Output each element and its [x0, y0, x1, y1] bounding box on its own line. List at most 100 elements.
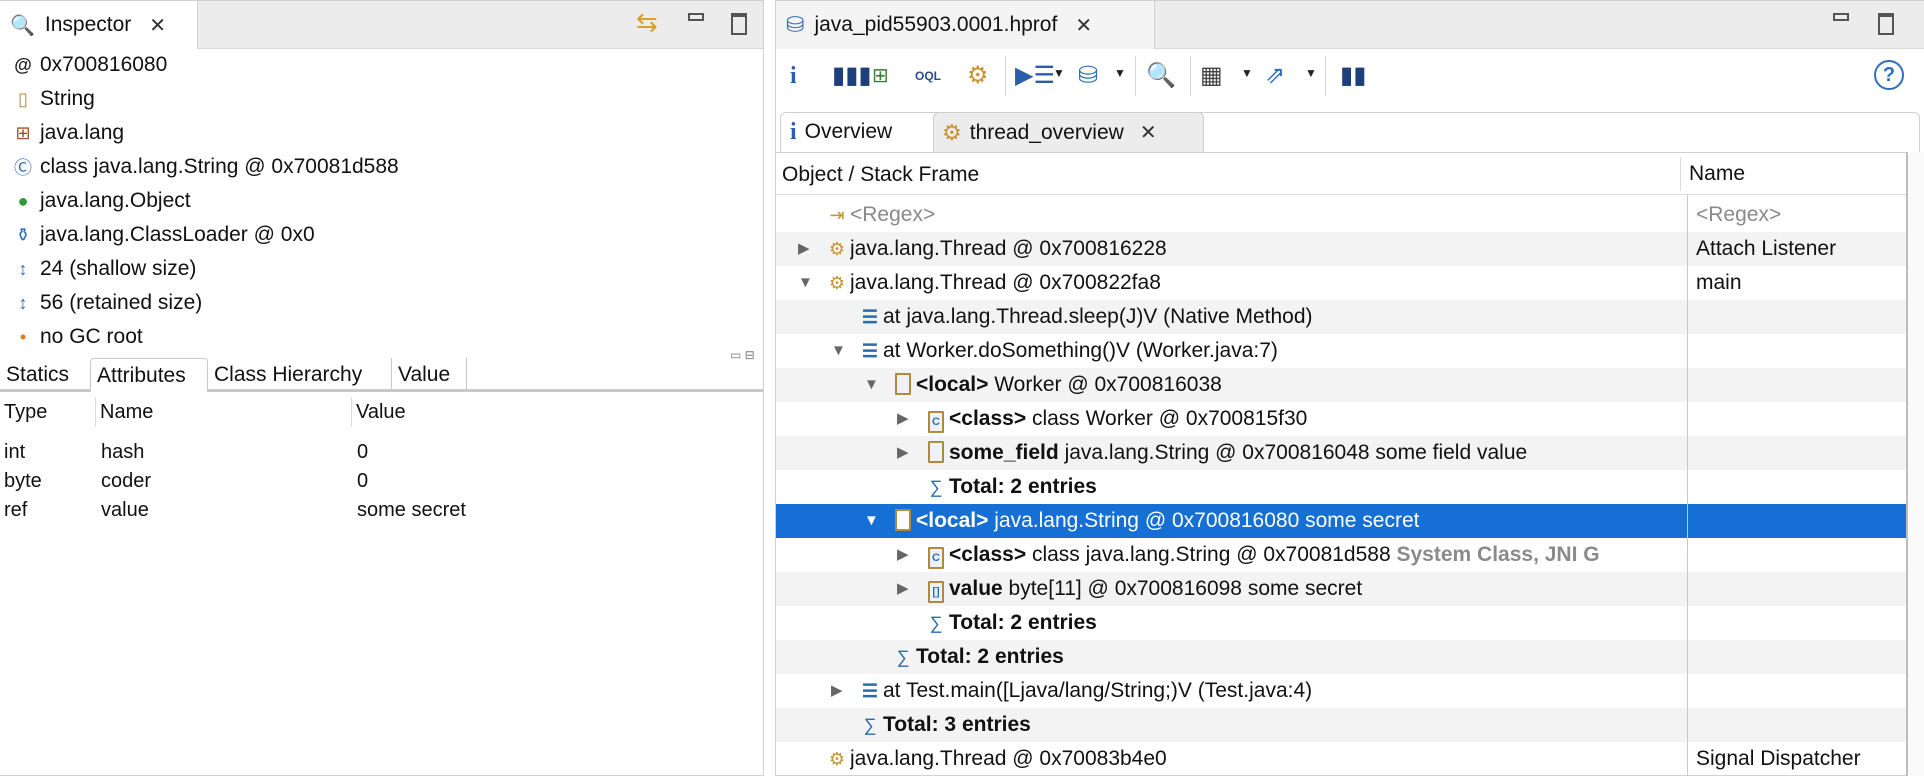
table-row[interactable]: ∑ Total: 3 entries: [776, 708, 1906, 742]
column-header-name[interactable]: Name: [95, 397, 153, 427]
tab-value[interactable]: Value: [392, 358, 467, 392]
table-row-selected[interactable]: ▼ <local> java.lang.String @ 0x700816080 …: [776, 504, 1906, 538]
dropdown-icon[interactable]: ▼: [1114, 66, 1126, 80]
inspector-item[interactable]: ▯ String: [0, 82, 95, 116]
vertical-scrollbar[interactable]: [1906, 152, 1924, 776]
expanded-arrow-icon[interactable]: ▼: [864, 504, 879, 538]
table-row[interactable]: ▶ some_field java.lang.String @ 0x7008160…: [776, 436, 1906, 470]
inspector-item-text: 0x700816080: [40, 53, 168, 76]
row-text: at Test.main([Ljava/lang/String;)V (Test…: [883, 674, 1312, 708]
superclass-icon: ●: [17, 190, 29, 211]
collapsed-arrow-icon[interactable]: ▶: [897, 402, 909, 436]
column-header-type[interactable]: Type: [4, 397, 47, 427]
sync-icon[interactable]: ⇆: [636, 7, 658, 38]
sum-icon: ∑: [859, 713, 881, 737]
expanded-arrow-icon[interactable]: ▼: [864, 368, 879, 402]
tab-attributes[interactable]: Attributes: [90, 358, 208, 392]
expanded-arrow-icon[interactable]: ▼: [831, 334, 846, 368]
gear-icon: ⚙: [942, 119, 962, 145]
table-row[interactable]: ▶ ⚙ java.lang.Thread @ 0x700816228 Attach L…: [776, 232, 1906, 266]
cell-value: 0: [357, 441, 369, 463]
tab-label: Class Hierarchy: [214, 363, 363, 386]
tab-label: Value: [398, 363, 451, 386]
tab-statics[interactable]: Statics: [0, 358, 90, 392]
expanded-arrow-icon[interactable]: ▼: [798, 266, 813, 300]
file-shape: [928, 441, 944, 463]
inspector-item[interactable]: ↕ 56 (retained size): [0, 286, 203, 320]
inspector-item[interactable]: ● java.lang.Object: [0, 184, 191, 218]
query-browser-icon[interactable]: ⛁: [1078, 60, 1098, 92]
tab-overview[interactable]: i Overview: [782, 112, 933, 152]
tab-inspector-label: Inspector: [44, 13, 132, 36]
table-row[interactable]: ▶ [] value byte[11] @ 0x700816098 some sec…: [776, 572, 1906, 606]
table-row[interactable]: ▼ ☰ at Worker.doSomething()V (Worker.java:…: [776, 334, 1906, 368]
inspector-item-text: class java.lang.String @ 0x70081d588: [40, 155, 399, 178]
heap-dump-overview-icon[interactable]: ▮▮: [1340, 60, 1366, 92]
table-row[interactable]: ▶ ☰ at Test.main([Ljava/lang/String;)V (Te…: [776, 674, 1906, 708]
dropdown-icon[interactable]: ▼: [1053, 66, 1065, 80]
gc-root-icon: •: [19, 326, 27, 347]
close-icon[interactable]: ✕: [1075, 13, 1092, 38]
calculator-icon[interactable]: ▦: [1200, 60, 1223, 92]
file-shape: C: [928, 411, 944, 433]
stack-frame-icon: ☰: [859, 679, 881, 703]
table-row[interactable]: ☰ at java.lang.Thread.sleep(J)V (Native M…: [776, 300, 1906, 334]
table-row[interactable]: ▼ ⚙ java.lang.Thread @ 0x700822fa8 main: [776, 266, 1906, 300]
table-row[interactable]: ▼ <local> Worker @ 0x700816038: [776, 368, 1906, 402]
maximize-button[interactable]: [1878, 13, 1894, 35]
shallow-size-icon: ↕: [18, 258, 28, 279]
maximize-button[interactable]: [731, 13, 747, 35]
inspector-item[interactable]: ⊞ java.lang: [0, 116, 124, 150]
row-label-bold: <class>: [949, 407, 1027, 430]
row-text: Total: 2 entries: [916, 640, 1064, 674]
collapsed-arrow-icon[interactable]: ▶: [897, 538, 909, 572]
help-icon[interactable]: ?: [1874, 60, 1904, 90]
tab-inspector[interactable]: 🔍 Inspector ✕: [0, 1, 198, 49]
dominator-tree-icon[interactable]: ⊞: [872, 60, 889, 92]
close-icon[interactable]: ✕: [149, 13, 166, 38]
row-text: Total: 3 entries: [883, 708, 1031, 742]
table-row[interactable]: ∑ Total: 2 entries: [776, 470, 1906, 504]
export-icon[interactable]: ⇗: [1265, 60, 1285, 92]
tab-thread-overview[interactable]: ⚙ thread_overview ✕: [933, 112, 1204, 152]
column-header-value[interactable]: Value: [351, 397, 406, 427]
minimize-button[interactable]: [688, 13, 704, 21]
icon-glyph: ⚙: [828, 273, 846, 293]
close-icon[interactable]: ✕: [1140, 120, 1157, 145]
collapsed-arrow-icon[interactable]: ▶: [798, 232, 810, 266]
gear-icon: ⚙: [826, 747, 848, 771]
tab-hprof[interactable]: ⛁ java_pid55903.0001.hprof ✕: [776, 1, 1155, 49]
table-row[interactable]: ∑ Total: 2 entries: [776, 606, 1906, 640]
table-row[interactable]: ⇥ <Regex> <Regex>: [776, 198, 1906, 232]
row-label: <Regex>: [850, 203, 936, 226]
table-row[interactable]: ⚙ java.lang.Thread @ 0x70083b4e0 Signal Di…: [776, 742, 1906, 776]
row-text: <Regex>: [850, 198, 935, 232]
inspector-item[interactable]: @0x700816080: [0, 48, 167, 82]
inspector-item[interactable]: ⚱ java.lang.ClassLoader @ 0x0: [0, 218, 314, 252]
collapsed-arrow-icon[interactable]: ▶: [831, 674, 843, 708]
inspector-item[interactable]: • no GC root: [0, 320, 143, 354]
oql-icon[interactable]: OQL: [915, 60, 941, 92]
toolbar-separator: [1190, 56, 1191, 96]
column-header-object[interactable]: Object / Stack Frame: [782, 163, 979, 187]
dropdown-icon[interactable]: ▼: [1241, 66, 1253, 80]
minimize-icon[interactable]: ▭ ⊟: [730, 348, 755, 362]
collapsed-arrow-icon[interactable]: ▶: [897, 436, 909, 470]
minimize-button[interactable]: [1833, 13, 1849, 21]
run-report-icon[interactable]: ▶☰: [1015, 60, 1055, 92]
cell-value: some secret: [357, 499, 466, 521]
table-row[interactable]: ∑ Total: 2 entries: [776, 640, 1906, 674]
column-header-name[interactable]: Name: [1680, 157, 1745, 191]
inspector-item[interactable]: Ⓒclass java.lang.String @ 0x70081d588: [0, 150, 399, 184]
table-row[interactable]: ▶ C <class> class Worker @ 0x700815f30: [776, 402, 1906, 436]
gear-icon[interactable]: ⚙: [967, 60, 989, 92]
search-icon[interactable]: 🔍: [1146, 60, 1176, 92]
collapsed-arrow-icon[interactable]: ▶: [897, 572, 909, 606]
histogram-icon[interactable]: ▮▮▮: [832, 60, 872, 92]
tab-class-hierarchy[interactable]: Class Hierarchy: [208, 358, 392, 392]
editor-tabbar: ⛁ java_pid55903.0001.hprof ✕: [776, 1, 1924, 49]
info-icon[interactable]: i: [790, 60, 797, 92]
dropdown-icon[interactable]: ▼: [1305, 66, 1317, 80]
inspector-item[interactable]: ↕ 24 (shallow size): [0, 252, 197, 286]
table-row[interactable]: ▶ C <class> class java.lang.String @ 0x700…: [776, 538, 1906, 572]
